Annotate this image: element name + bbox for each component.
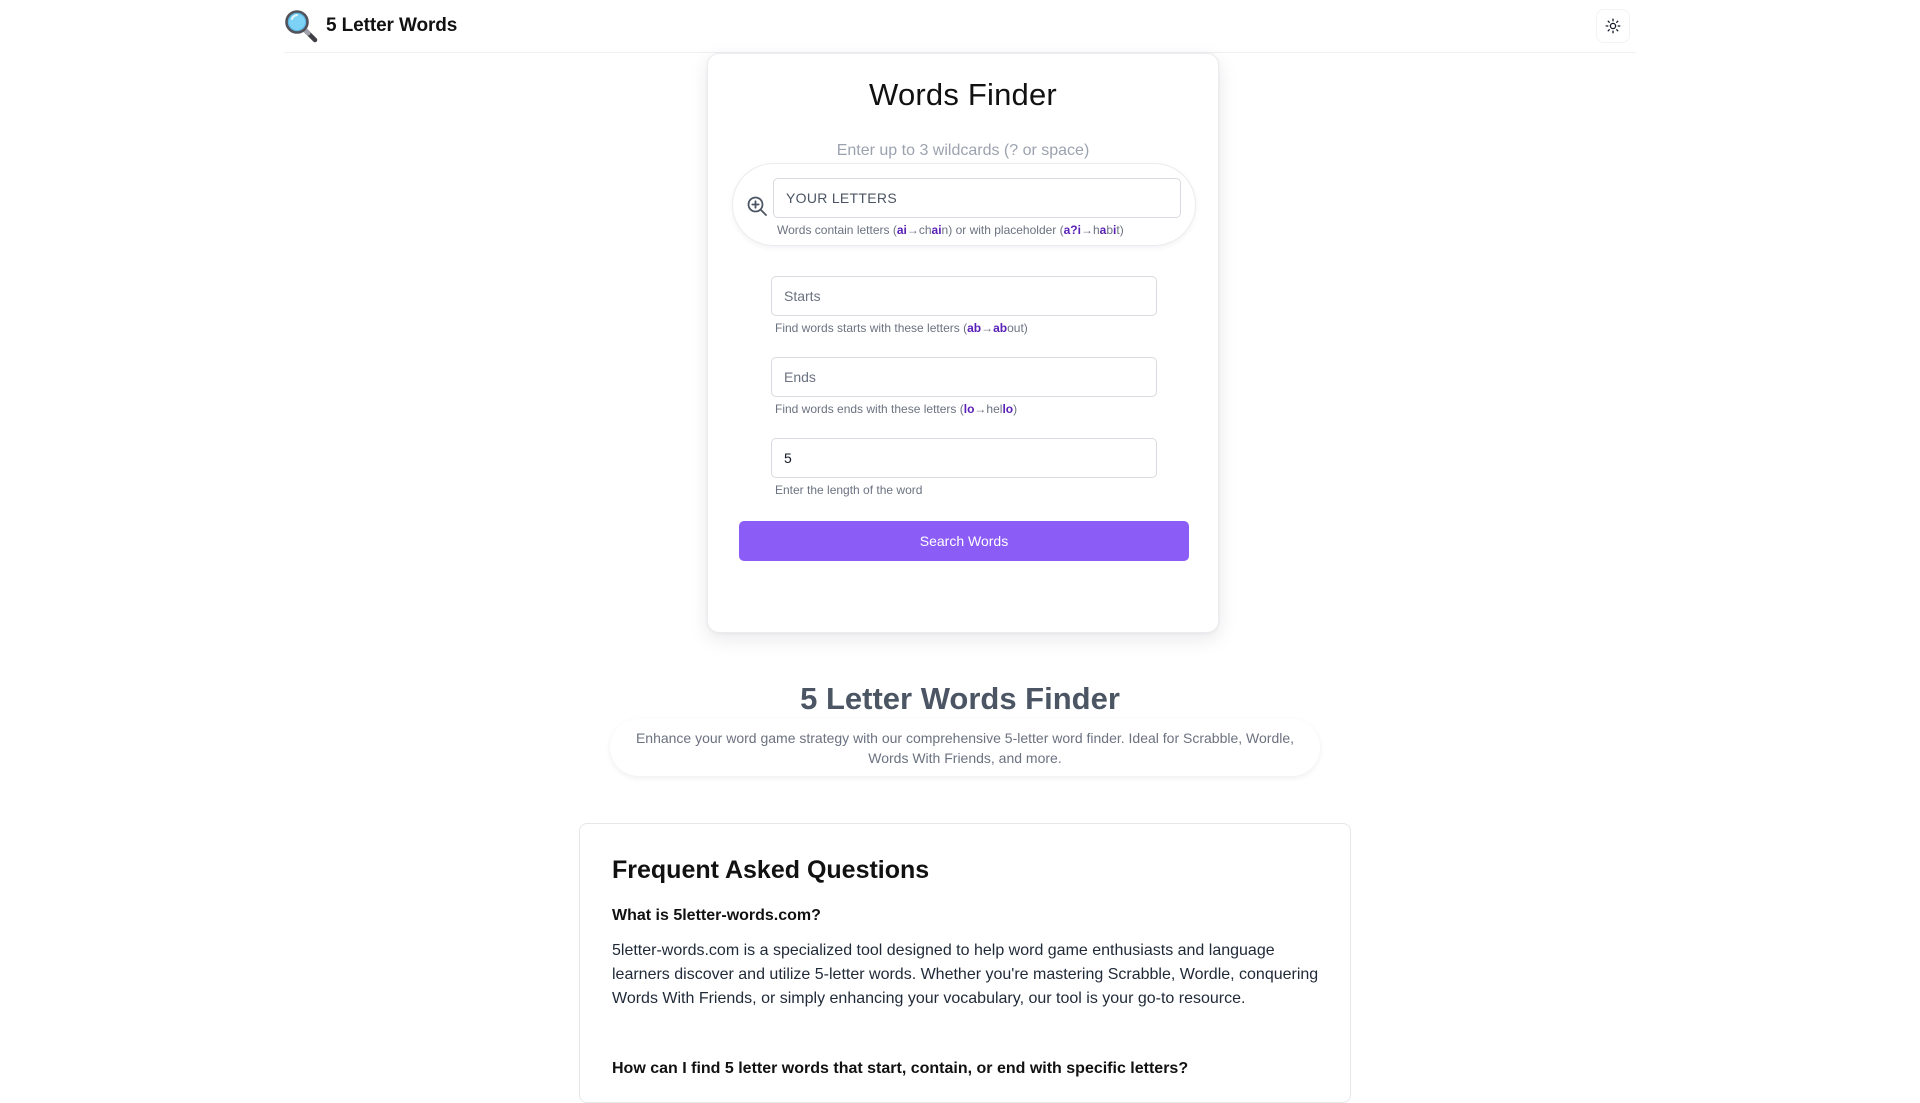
help-highlight: ab [993, 321, 1008, 335]
length-input[interactable] [771, 438, 1157, 478]
help-arrow: → [906, 223, 919, 237]
ends-help-text: Find words ends with these letters (lo→h… [775, 402, 1017, 416]
help-text: Find words starts with these letters ( [775, 321, 968, 335]
help-highlight: lo [1002, 402, 1014, 416]
help-text: Find words ends with these letters ( [775, 402, 964, 416]
faq-question: What is 5letter-words.com? [612, 907, 821, 924]
starts-help-text: Find words starts with these letters (ab… [775, 321, 1028, 335]
words-finder-card: Words Finder Enter up to 3 wildcards (? … [707, 53, 1219, 633]
faq-question: How can I find 5 letter words that start… [612, 1060, 1189, 1077]
letters-search-group: Words contain letters (ai→chain) or with… [732, 163, 1196, 246]
help-text: ) [1119, 223, 1124, 237]
help-text: ch [918, 223, 932, 237]
help-highlight: lo [963, 402, 975, 416]
search-words-button[interactable]: Search Words [739, 521, 1189, 561]
help-text: h [1092, 223, 1100, 237]
finder-title: Words Finder [869, 77, 1057, 112]
help-highlight: a?i [1063, 223, 1081, 237]
theme-toggle-button[interactable] [1596, 9, 1630, 43]
brand-title: 5 Letter Words [326, 15, 458, 36]
help-text: ) or with placeholder ( [948, 223, 1064, 237]
help-text: Words contain letters ( [777, 223, 897, 237]
letters-input[interactable] [773, 178, 1181, 218]
zoom-in-icon [745, 194, 769, 218]
help-highlight: ai [931, 223, 942, 237]
help-text: ) [1023, 321, 1028, 335]
brand-link[interactable]: 5 Letter Words [284, 0, 457, 53]
help-arrow: → [974, 402, 987, 416]
help-text: hel [986, 402, 1003, 416]
letters-help-text: Words contain letters (ai→chain) or with… [777, 223, 1124, 237]
magnifying-glass-icon [285, 10, 318, 43]
intro-title: 5 Letter Words Finder [800, 681, 1120, 716]
intro-description: Enhance your word game strategy with our… [610, 719, 1320, 776]
faq-title: Frequent Asked Questions [612, 856, 930, 884]
length-help-text: Enter the length of the word [775, 483, 923, 497]
faq-answer: 5letter-words.com is a specialized tool … [612, 942, 1319, 1007]
faq-section: Frequent Asked Questions What is 5letter… [579, 823, 1351, 1103]
sun-icon [1605, 18, 1621, 34]
site-header: 5 Letter Words [284, 0, 1636, 53]
help-highlight: ab [967, 321, 982, 335]
wildcard-hint: Enter up to 3 wildcards (? or space) [836, 142, 1090, 159]
starts-input[interactable] [771, 276, 1157, 316]
intro-text: Enhance your word game strategy with our… [635, 729, 1295, 766]
help-text: ) [1013, 402, 1018, 416]
help-highlight: ai [896, 223, 907, 237]
ends-input[interactable] [771, 357, 1157, 397]
help-text: out [1007, 321, 1024, 335]
help-arrow: → [1080, 223, 1093, 237]
help-arrow: → [981, 321, 994, 335]
